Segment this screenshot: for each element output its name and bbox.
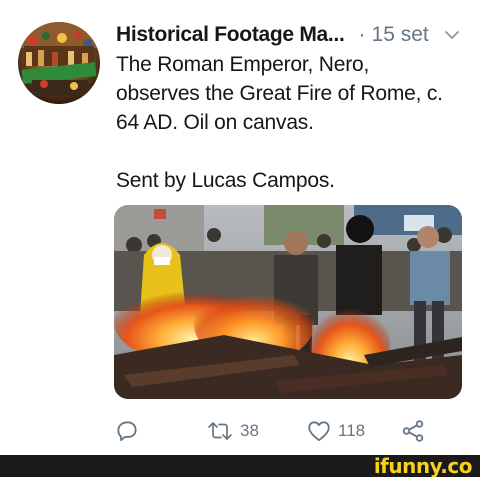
reply-icon: [114, 418, 140, 444]
separator-dot: ·: [358, 23, 366, 46]
tweet-text: The Roman Emperor, Nero, observes the Gr…: [116, 53, 443, 192]
tweet-actions: 38 118: [114, 414, 444, 448]
chevron-down-icon[interactable]: [443, 26, 461, 44]
display-name[interactable]: Historical Footage Ma...: [116, 23, 345, 47]
tweet-media[interactable]: [114, 205, 462, 399]
tweet-header: Historical Footage Ma... · 15 set: [116, 20, 466, 50]
timestamp[interactable]: 15 set: [372, 23, 429, 47]
avatar[interactable]: [18, 22, 100, 104]
heart-icon: [306, 418, 332, 444]
retweet-button[interactable]: 38: [206, 414, 259, 448]
like-button[interactable]: 118: [306, 414, 365, 448]
ifunny-watermark-bar: ifunny.co: [0, 455, 480, 477]
share-button[interactable]: [400, 414, 426, 448]
reply-button[interactable]: [114, 414, 146, 448]
avatar-image: [18, 22, 100, 104]
ifunny-logo: ifunny.co: [373, 454, 473, 477]
retweet-icon: [206, 418, 234, 444]
tweet[interactable]: Historical Footage Ma... · 15 set The Ro…: [0, 0, 480, 455]
share-icon: [400, 418, 426, 444]
protest-fire-photo: [114, 205, 462, 399]
like-count: 118: [338, 421, 366, 440]
retweet-count: 38: [240, 421, 259, 440]
